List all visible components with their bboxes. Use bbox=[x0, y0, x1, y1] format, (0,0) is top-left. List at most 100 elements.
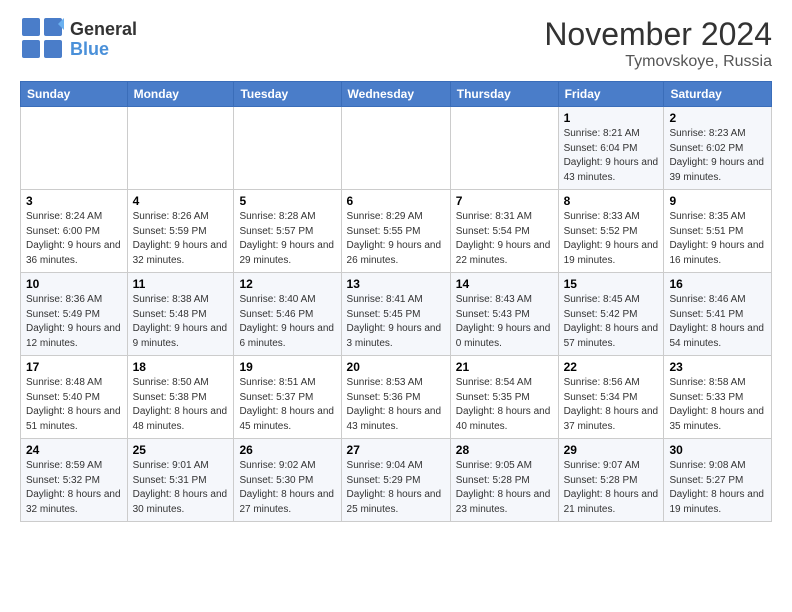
calendar-cell: 25 Sunrise: 9:01 AM Sunset: 5:31 PM Dayli… bbox=[127, 439, 234, 522]
calendar-week-2: 3 Sunrise: 8:24 AM Sunset: 6:00 PM Daylig… bbox=[21, 190, 772, 273]
day-number: 22 bbox=[564, 360, 659, 374]
logo-general: General bbox=[70, 19, 137, 39]
day-info: Sunrise: 9:01 AM Sunset: 5:31 PM Dayligh… bbox=[133, 459, 229, 517]
calendar-cell bbox=[341, 107, 450, 190]
calendar-cell: 23 Sunrise: 8:58 AM Sunset: 5:33 PM Dayli… bbox=[664, 356, 772, 439]
day-number: 25 bbox=[133, 443, 229, 457]
day-info: Sunrise: 8:43 AM Sunset: 5:43 PM Dayligh… bbox=[456, 293, 553, 351]
day-number: 14 bbox=[456, 277, 553, 291]
calendar-cell: 27Sunrise: 9:04 AM Sunset: 5:29 PM Dayli… bbox=[341, 439, 450, 522]
calendar-cell: 21 Sunrise: 8:54 AM Sunset: 5:35 PM Dayli… bbox=[450, 356, 558, 439]
header: General Blue November 2024 Tymovskoye, R… bbox=[20, 16, 772, 71]
day-number: 1 bbox=[564, 111, 659, 125]
header-monday: Monday bbox=[127, 82, 234, 107]
day-info: Sunrise: 8:58 AM Sunset: 5:33 PM Dayligh… bbox=[669, 376, 766, 434]
day-info: Sunrise: 8:40 AM Sunset: 5:46 PM Dayligh… bbox=[239, 293, 335, 351]
day-info: Sunrise: 8:29 AM Sunset: 5:55 PM Dayligh… bbox=[347, 210, 445, 268]
day-number: 7 bbox=[456, 194, 553, 208]
header-wednesday: Wednesday bbox=[341, 82, 450, 107]
day-number: 8 bbox=[564, 194, 659, 208]
month-title: November 2024 bbox=[544, 16, 772, 53]
day-number: 24 bbox=[26, 443, 122, 457]
day-number: 3 bbox=[26, 194, 122, 208]
day-number: 20 bbox=[347, 360, 445, 374]
calendar-cell: 17 Sunrise: 8:48 AM Sunset: 5:40 PM Dayli… bbox=[21, 356, 128, 439]
calendar-week-3: 10 Sunrise: 8:36 AM Sunset: 5:49 PM Dayli… bbox=[21, 273, 772, 356]
calendar-cell: 8 Sunrise: 8:33 AM Sunset: 5:52 PM Daylig… bbox=[558, 190, 664, 273]
calendar-cell: 18 Sunrise: 8:50 AM Sunset: 5:38 PM Dayli… bbox=[127, 356, 234, 439]
day-number: 27 bbox=[347, 443, 445, 457]
calendar-cell: 11Sunrise: 8:38 AM Sunset: 5:48 PM Dayli… bbox=[127, 273, 234, 356]
day-info: Sunrise: 8:36 AM Sunset: 5:49 PM Dayligh… bbox=[26, 293, 122, 351]
title-block: November 2024 Tymovskoye, Russia bbox=[544, 16, 772, 71]
day-info: Sunrise: 9:02 AM Sunset: 5:30 PM Dayligh… bbox=[239, 459, 335, 517]
day-info: Sunrise: 8:53 AM Sunset: 5:36 PM Dayligh… bbox=[347, 376, 445, 434]
day-number: 5 bbox=[239, 194, 335, 208]
day-number: 23 bbox=[669, 360, 766, 374]
day-number: 9 bbox=[669, 194, 766, 208]
day-number: 11 bbox=[133, 277, 229, 291]
header-tuesday: Tuesday bbox=[234, 82, 341, 107]
header-friday: Friday bbox=[558, 82, 664, 107]
header-saturday: Saturday bbox=[664, 82, 772, 107]
header-sunday: Sunday bbox=[21, 82, 128, 107]
day-info: Sunrise: 8:45 AM Sunset: 5:42 PM Dayligh… bbox=[564, 293, 659, 351]
day-info: Sunrise: 9:07 AM Sunset: 5:28 PM Dayligh… bbox=[564, 459, 659, 517]
calendar: Sunday Monday Tuesday Wednesday Thursday… bbox=[20, 81, 772, 522]
day-number: 18 bbox=[133, 360, 229, 374]
calendar-cell: 24 Sunrise: 8:59 AM Sunset: 5:32 PM Dayli… bbox=[21, 439, 128, 522]
day-info: Sunrise: 8:21 AM Sunset: 6:04 PM Dayligh… bbox=[564, 127, 659, 185]
calendar-cell: 7 Sunrise: 8:31 AM Sunset: 5:54 PM Daylig… bbox=[450, 190, 558, 273]
day-info: Sunrise: 8:24 AM Sunset: 6:00 PM Dayligh… bbox=[26, 210, 122, 268]
calendar-cell: 6 Sunrise: 8:29 AM Sunset: 5:55 PM Daylig… bbox=[341, 190, 450, 273]
logo-blue: Blue bbox=[70, 39, 109, 59]
day-number: 21 bbox=[456, 360, 553, 374]
day-info: Sunrise: 8:56 AM Sunset: 5:34 PM Dayligh… bbox=[564, 376, 659, 434]
day-number: 10 bbox=[26, 277, 122, 291]
day-number: 29 bbox=[564, 443, 659, 457]
calendar-cell: 4Sunrise: 8:26 AM Sunset: 5:59 PM Daylig… bbox=[127, 190, 234, 273]
logo-icon bbox=[20, 16, 64, 60]
calendar-cell: 16Sunrise: 8:46 AM Sunset: 5:41 PM Dayli… bbox=[664, 273, 772, 356]
calendar-week-1: 1 Sunrise: 8:21 AM Sunset: 6:04 PM Daylig… bbox=[21, 107, 772, 190]
calendar-cell: 28 Sunrise: 9:05 AM Sunset: 5:28 PM Dayli… bbox=[450, 439, 558, 522]
day-number: 6 bbox=[347, 194, 445, 208]
day-info: Sunrise: 8:54 AM Sunset: 5:35 PM Dayligh… bbox=[456, 376, 553, 434]
calendar-cell: 30 Sunrise: 9:08 AM Sunset: 5:27 PM Dayli… bbox=[664, 439, 772, 522]
day-number: 28 bbox=[456, 443, 553, 457]
calendar-cell: 3 Sunrise: 8:24 AM Sunset: 6:00 PM Daylig… bbox=[21, 190, 128, 273]
day-info: Sunrise: 8:35 AM Sunset: 5:51 PM Dayligh… bbox=[669, 210, 766, 268]
calendar-cell: 10 Sunrise: 8:36 AM Sunset: 5:49 PM Dayli… bbox=[21, 273, 128, 356]
day-info: Sunrise: 8:23 AM Sunset: 6:02 PM Dayligh… bbox=[669, 127, 766, 185]
day-info: Sunrise: 9:05 AM Sunset: 5:28 PM Dayligh… bbox=[456, 459, 553, 517]
calendar-cell: 29 Sunrise: 9:07 AM Sunset: 5:28 PM Dayli… bbox=[558, 439, 664, 522]
calendar-cell: 22 Sunrise: 8:56 AM Sunset: 5:34 PM Dayli… bbox=[558, 356, 664, 439]
calendar-week-5: 24 Sunrise: 8:59 AM Sunset: 5:32 PM Dayli… bbox=[21, 439, 772, 522]
day-info: Sunrise: 8:48 AM Sunset: 5:40 PM Dayligh… bbox=[26, 376, 122, 434]
day-info: Sunrise: 9:08 AM Sunset: 5:27 PM Dayligh… bbox=[669, 459, 766, 517]
day-info: Sunrise: 8:31 AM Sunset: 5:54 PM Dayligh… bbox=[456, 210, 553, 268]
calendar-header-row: Sunday Monday Tuesday Wednesday Thursday… bbox=[21, 82, 772, 107]
day-info: Sunrise: 8:50 AM Sunset: 5:38 PM Dayligh… bbox=[133, 376, 229, 434]
calendar-cell: 9 Sunrise: 8:35 AM Sunset: 5:51 PM Daylig… bbox=[664, 190, 772, 273]
day-info: Sunrise: 8:46 AM Sunset: 5:41 PM Dayligh… bbox=[669, 293, 766, 351]
day-info: Sunrise: 8:33 AM Sunset: 5:52 PM Dayligh… bbox=[564, 210, 659, 268]
calendar-cell bbox=[21, 107, 128, 190]
calendar-cell: 12 Sunrise: 8:40 AM Sunset: 5:46 PM Dayli… bbox=[234, 273, 341, 356]
day-number: 15 bbox=[564, 277, 659, 291]
header-thursday: Thursday bbox=[450, 82, 558, 107]
calendar-cell bbox=[127, 107, 234, 190]
day-number: 12 bbox=[239, 277, 335, 291]
day-info: Sunrise: 8:51 AM Sunset: 5:37 PM Dayligh… bbox=[239, 376, 335, 434]
day-number: 30 bbox=[669, 443, 766, 457]
day-number: 13 bbox=[347, 277, 445, 291]
day-number: 26 bbox=[239, 443, 335, 457]
calendar-week-4: 17 Sunrise: 8:48 AM Sunset: 5:40 PM Dayli… bbox=[21, 356, 772, 439]
calendar-cell: 20 Sunrise: 8:53 AM Sunset: 5:36 PM Dayli… bbox=[341, 356, 450, 439]
calendar-cell: 14 Sunrise: 8:43 AM Sunset: 5:43 PM Dayli… bbox=[450, 273, 558, 356]
logo: General Blue bbox=[20, 16, 137, 63]
day-info: Sunrise: 8:59 AM Sunset: 5:32 PM Dayligh… bbox=[26, 459, 122, 517]
calendar-cell bbox=[234, 107, 341, 190]
day-number: 19 bbox=[239, 360, 335, 374]
day-number: 17 bbox=[26, 360, 122, 374]
